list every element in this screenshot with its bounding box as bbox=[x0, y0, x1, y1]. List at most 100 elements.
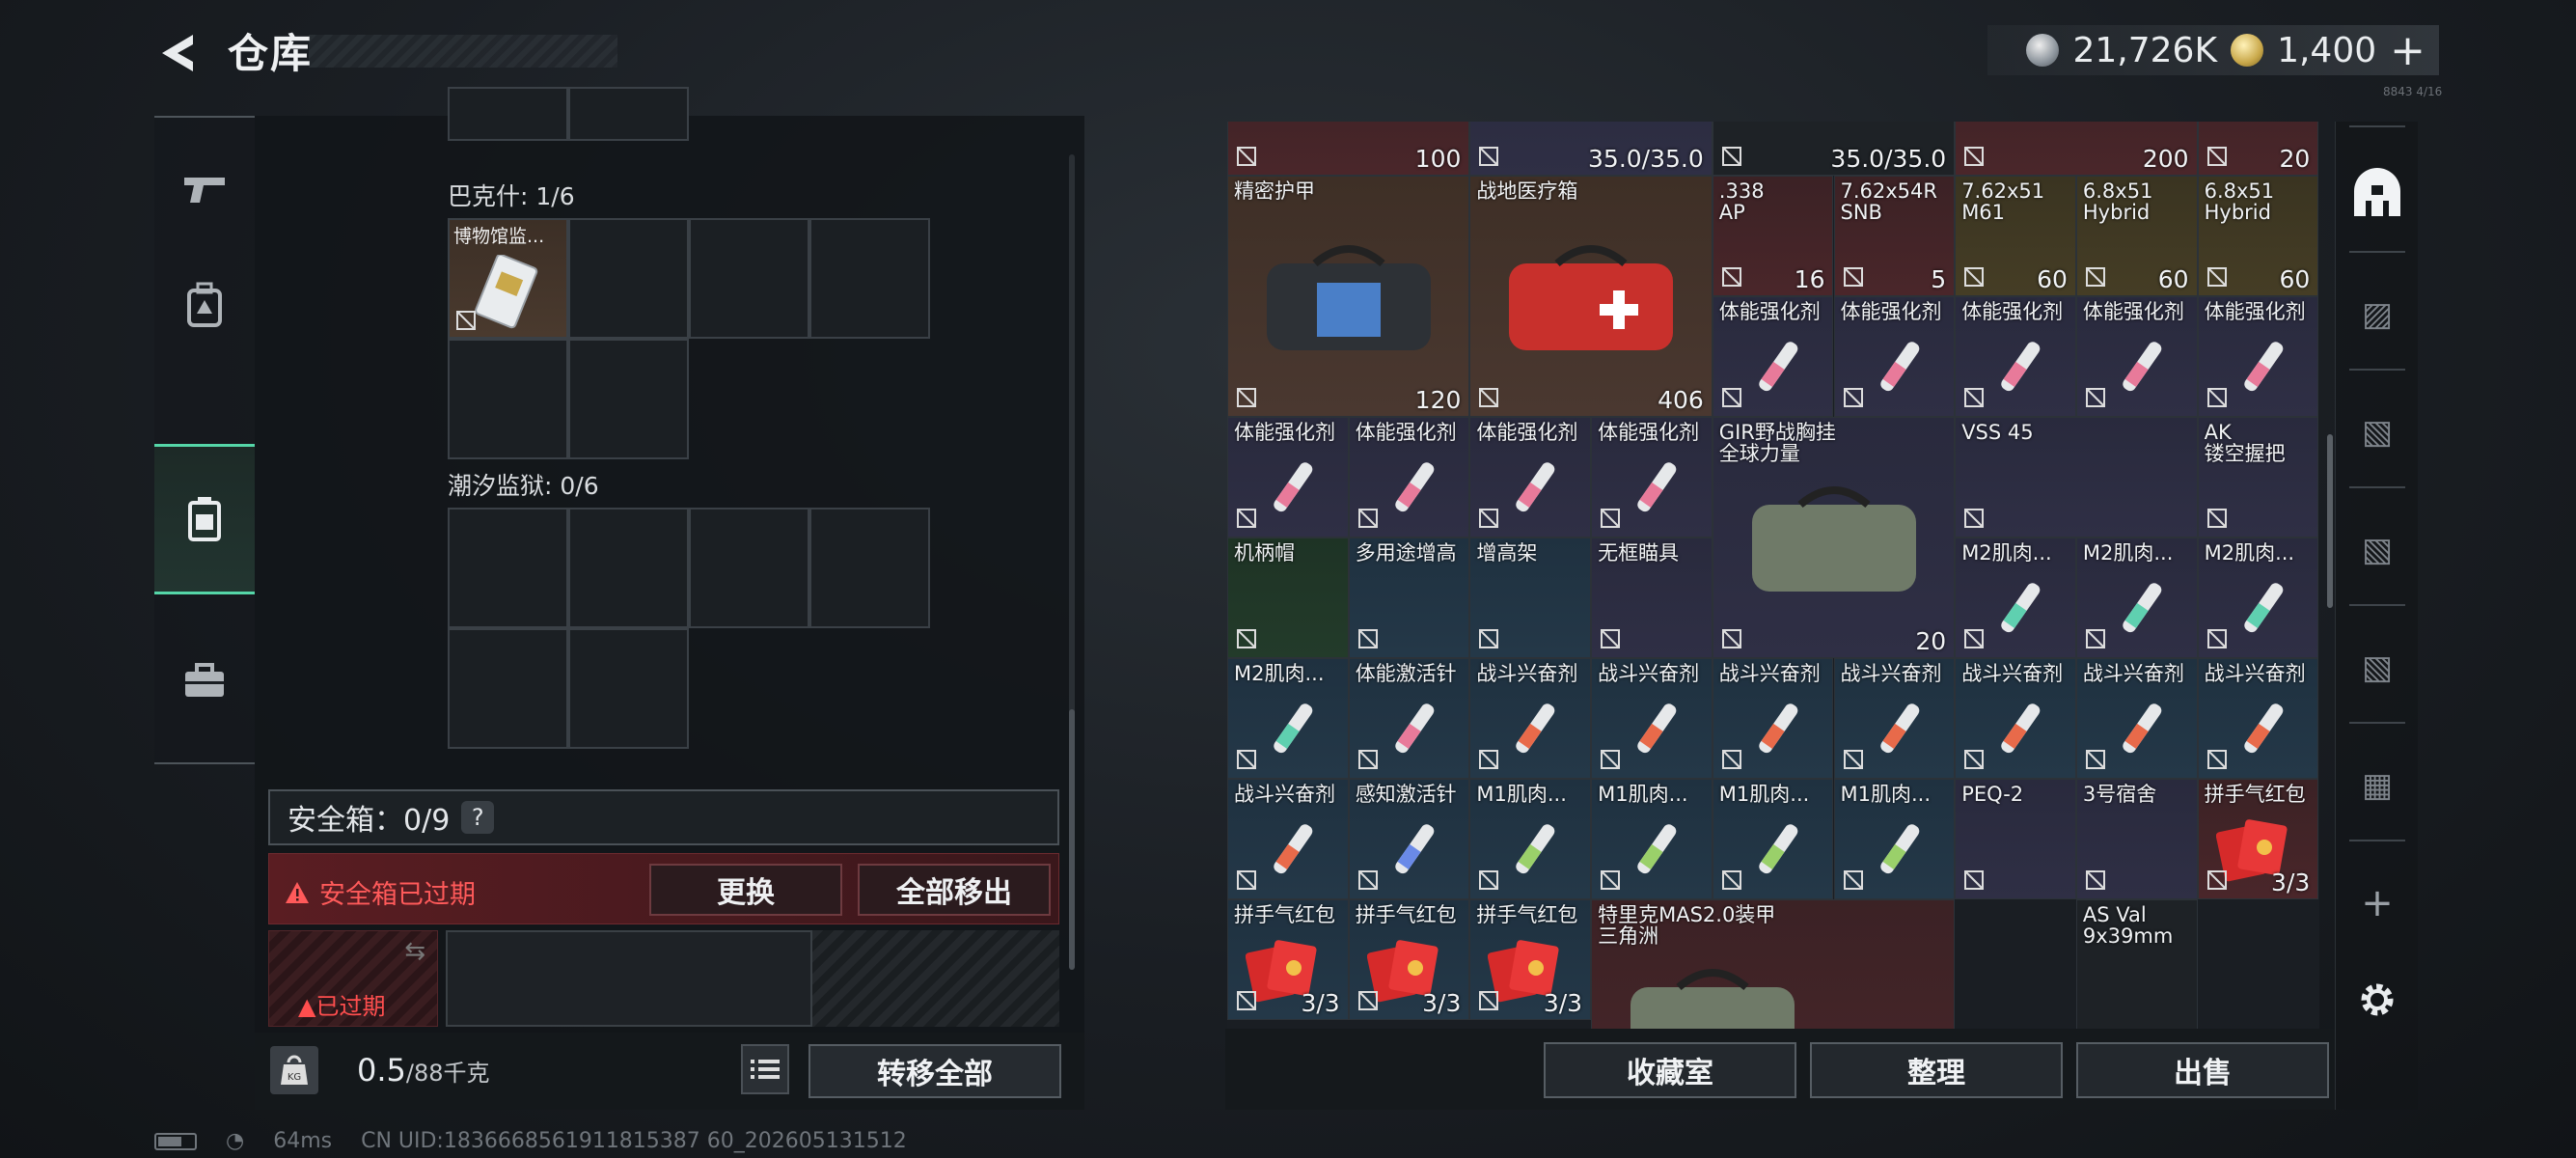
move-all-out-button[interactable]: 全部移出 bbox=[858, 864, 1051, 916]
inventory-item[interactable]: .338 AP 16 bbox=[1712, 176, 1834, 297]
warehouse-scrollbar[interactable] bbox=[2327, 434, 2333, 608]
sell-button[interactable]: 出售 bbox=[2076, 1042, 2329, 1098]
inventory-item[interactable]: 3号宿舍 bbox=[2075, 779, 2198, 900]
inventory-item[interactable]: 7.62x54R SNB 5 bbox=[1833, 176, 1956, 297]
no-insure-icon bbox=[1236, 508, 1257, 529]
inventory-item[interactable]: 战斗兴奋剂 bbox=[1227, 779, 1349, 900]
inventory-item[interactable]: 战斗兴奋剂 bbox=[1469, 658, 1592, 780]
inventory-item[interactable]: 战斗兴奋剂 bbox=[2197, 658, 2319, 780]
sub-warehouse-4c[interactable]: ▧ bbox=[2336, 620, 2419, 716]
inventory-item[interactable]: 体能强化剂 bbox=[1348, 417, 1470, 538]
inventory-item[interactable]: M2肌肉... bbox=[1227, 658, 1349, 780]
inventory-item[interactable]: M1肌肉... bbox=[1469, 779, 1592, 900]
help-button[interactable]: ? bbox=[461, 801, 495, 834]
grid-cell[interactable] bbox=[568, 218, 689, 339]
inventory-item[interactable]: 体能强化剂 bbox=[1469, 417, 1592, 538]
inventory-item[interactable]: M1肌肉... bbox=[1833, 779, 1956, 900]
inventory-item[interactable]: M1肌肉... bbox=[1591, 779, 1713, 900]
grid-cell[interactable] bbox=[689, 218, 809, 339]
no-insure-icon bbox=[456, 311, 476, 330]
inventory-item[interactable]: 35.0/35.0 bbox=[1469, 122, 1713, 177]
inventory-item[interactable]: PEQ-2 bbox=[1955, 779, 2076, 900]
inventory-item[interactable]: 体能强化剂 bbox=[1712, 296, 1834, 418]
inventory-item[interactable]: 精密护甲 120 bbox=[1227, 176, 1470, 418]
nav-containers[interactable] bbox=[154, 444, 255, 594]
inventory-item[interactable]: 100 bbox=[1227, 122, 1470, 177]
grid-cell[interactable] bbox=[568, 628, 689, 749]
nav-weapons[interactable] bbox=[154, 139, 255, 239]
inventory-item[interactable]: AK 镂空握把 bbox=[2197, 417, 2319, 538]
nav-equipment[interactable] bbox=[154, 255, 255, 355]
sub-warehouse-4b[interactable]: ▧ bbox=[2336, 502, 2419, 598]
collection-room-button[interactable]: 收藏室 bbox=[1544, 1042, 1796, 1098]
sub-warehouse-3[interactable]: ▨ bbox=[2336, 266, 2419, 363]
safe-slot-expired[interactable]: ⇆ ▲已过期 bbox=[268, 930, 438, 1027]
inventory-item[interactable]: 20 bbox=[2197, 122, 2319, 177]
inventory-item[interactable]: 感知激活针 bbox=[1348, 779, 1470, 900]
item-name: 战斗兴奋剂 bbox=[1598, 662, 1700, 686]
grid-cell[interactable] bbox=[689, 508, 809, 628]
inventory-item[interactable]: 战斗兴奋剂 bbox=[1591, 658, 1713, 780]
inventory-item[interactable]: 机柄帽 bbox=[1227, 538, 1349, 659]
inventory-item[interactable]: M2肌肉... bbox=[1955, 538, 2076, 659]
inventory-item[interactable]: 拼手气红包 3/3 bbox=[2197, 779, 2319, 900]
transfer-all-button[interactable]: 转移全部 bbox=[808, 1044, 1061, 1098]
inventory-item[interactable]: 体能强化剂 bbox=[1955, 296, 2076, 418]
grid-cell[interactable] bbox=[448, 628, 568, 749]
grid-cell[interactable] bbox=[448, 508, 568, 628]
inventory-item[interactable]: 拼手气红包 3/3 bbox=[1227, 899, 1349, 1021]
inventory-item[interactable]: 7.62x51 M61 60 bbox=[1955, 176, 2076, 297]
inventory-item[interactable]: 200 bbox=[1955, 122, 2198, 177]
inventory-item[interactable]: 战斗兴奋剂 bbox=[1833, 658, 1956, 780]
inventory-item[interactable]: AS Val 9x39mm bbox=[2075, 899, 2198, 1029]
grid-cell[interactable] bbox=[448, 339, 568, 459]
grid-cell[interactable] bbox=[809, 218, 930, 339]
inventory-item[interactable]: 拼手气红包 3/3 bbox=[1348, 899, 1470, 1021]
inventory-item[interactable]: 体能强化剂 bbox=[1591, 417, 1713, 538]
inventory-item[interactable]: 特里克MAS2.0装甲 三角洲 bbox=[1591, 899, 1956, 1029]
safe-slot[interactable] bbox=[446, 930, 812, 1027]
left-scrollbar[interactable] bbox=[1069, 709, 1075, 970]
list-view-button[interactable] bbox=[741, 1044, 789, 1094]
item-name: 拼手气红包 bbox=[1476, 903, 1578, 927]
inventory-item[interactable]: M2肌肉... bbox=[2197, 538, 2319, 659]
sub-warehouse-2[interactable]: ▦ bbox=[2336, 737, 2419, 834]
organize-button[interactable]: 整理 bbox=[1810, 1042, 2063, 1098]
grid-cell[interactable] bbox=[568, 87, 689, 141]
inventory-item[interactable]: 6.8x51 Hybrid 60 bbox=[2075, 176, 2198, 297]
settings-button[interactable] bbox=[2336, 951, 2419, 1048]
grid-cell[interactable] bbox=[809, 508, 930, 628]
inventory-item[interactable]: VSS 45 bbox=[1955, 417, 2198, 538]
inventory-item[interactable]: GIR野战胸挂 全球力量 20 bbox=[1712, 417, 1956, 659]
nav-toolbox[interactable] bbox=[154, 631, 255, 731]
add-currency-button[interactable]: + bbox=[2390, 26, 2425, 75]
inventory-item[interactable]: 体能强化剂 bbox=[2197, 296, 2319, 418]
inventory-item[interactable]: 体能强化剂 bbox=[2075, 296, 2198, 418]
inventory-item[interactable]: 战斗兴奋剂 bbox=[1712, 658, 1834, 780]
back-arrow-icon[interactable] bbox=[154, 29, 203, 77]
inventory-item[interactable]: 战地医疗箱 406 bbox=[1469, 176, 1713, 418]
grid-cell[interactable] bbox=[448, 87, 568, 141]
sub-warehouse-4a[interactable]: ▧ bbox=[2336, 384, 2419, 481]
inventory-item[interactable]: M2肌肉... bbox=[2075, 538, 2198, 659]
replace-button[interactable]: 更换 bbox=[649, 864, 842, 916]
inventory-item[interactable]: 35.0/35.0 bbox=[1712, 122, 1956, 177]
add-warehouse-button[interactable]: + bbox=[2336, 855, 2419, 951]
inventory-item[interactable]: 增高架 bbox=[1469, 538, 1592, 659]
inventory-item[interactable]: 战斗兴奋剂 bbox=[1955, 658, 2076, 780]
inventory-item[interactable]: 体能激活针 bbox=[1348, 658, 1470, 780]
inventory-item[interactable]: 拼手气红包 3/3 bbox=[1469, 899, 1592, 1021]
inventory-item[interactable]: 多用途增高 bbox=[1348, 538, 1470, 659]
inventory-item[interactable]: 6.8x51 Hybrid 60 bbox=[2197, 176, 2319, 297]
inventory-item[interactable]: 战斗兴奋剂 bbox=[2075, 658, 2198, 780]
inventory-item[interactable]: M1肌肉... bbox=[1712, 779, 1834, 900]
item-name: M1肌肉... bbox=[1476, 783, 1567, 807]
main-warehouse-tab[interactable] bbox=[2336, 145, 2419, 241]
inventory-item[interactable]: 无框瞄具 bbox=[1591, 538, 1713, 659]
grid-item-museum[interactable]: 博物馆监... bbox=[448, 218, 568, 339]
no-insure-icon bbox=[1963, 749, 1985, 770]
grid-cell[interactable] bbox=[568, 508, 689, 628]
inventory-item[interactable]: 体能强化剂 bbox=[1833, 296, 1956, 418]
grid-cell[interactable] bbox=[568, 339, 689, 459]
inventory-item[interactable]: 体能强化剂 bbox=[1227, 417, 1349, 538]
